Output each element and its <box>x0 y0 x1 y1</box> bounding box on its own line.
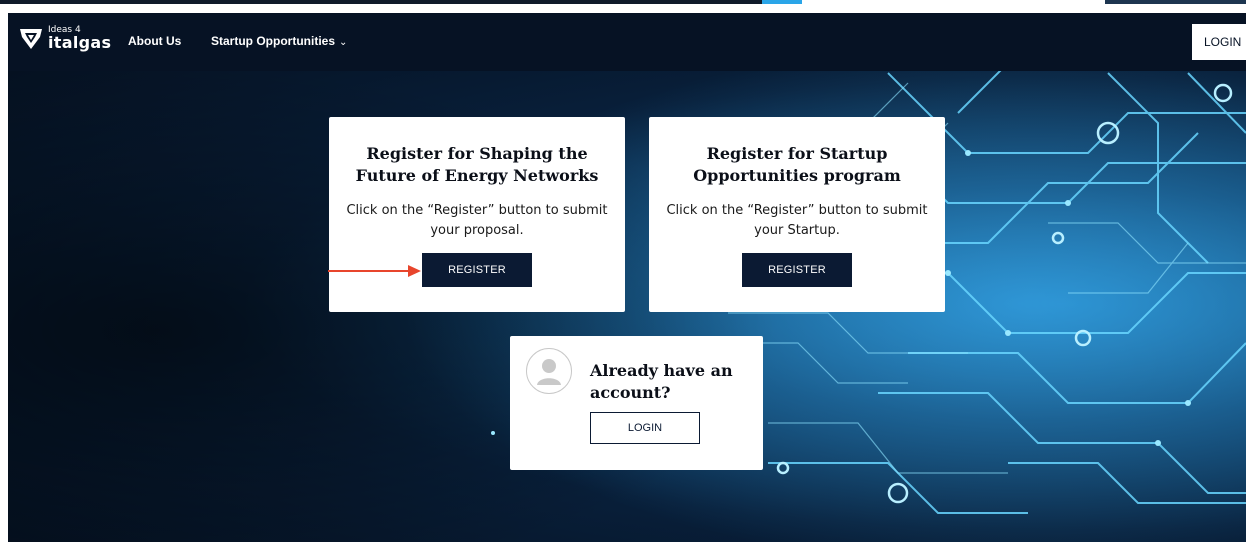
top-navbar: Ideas 4 italgas About Us Startup Opportu… <box>8 13 1246 71</box>
card-description: Click on the “Register” button to submit… <box>666 203 928 238</box>
nav-startup-label: Startup Opportunities <box>211 34 335 48</box>
annotation-arrow-icon <box>328 265 421 277</box>
card-title: Register for Startup Opportunities progr… <box>693 144 901 185</box>
chevron-down-icon: ⌄ <box>339 37 348 48</box>
card-title: Register for Shaping the Future of Energ… <box>355 144 599 185</box>
login-card: Already have an account? LOGIN <box>510 336 763 470</box>
nav-startup-opportunities[interactable]: Startup Opportunities ⌄ <box>211 34 347 48</box>
nav-about-us[interactable]: About Us <box>128 34 181 48</box>
logo-main-text: italgas <box>48 32 112 52</box>
italgas-logo[interactable]: Ideas 4 italgas <box>18 25 111 51</box>
top-strip-dark-band <box>0 0 800 4</box>
register-button[interactable]: REGISTER <box>742 253 852 287</box>
register-energy-networks-card: Register for Shaping the Future of Energ… <box>329 117 625 312</box>
account-title: Already have an account? <box>590 361 733 402</box>
avatar <box>526 348 572 394</box>
top-strip-right-segment <box>1105 0 1246 4</box>
register-startup-card: Register for Startup Opportunities progr… <box>649 117 945 312</box>
logo-wordmark: Ideas 4 italgas <box>48 25 112 52</box>
page-container: Ideas 4 italgas About Us Startup Opportu… <box>8 13 1246 542</box>
top-strip <box>0 0 1246 13</box>
login-button[interactable]: LOGIN <box>590 412 700 444</box>
card-description: Click on the “Register” button to submit… <box>346 203 608 238</box>
top-strip-blue-segment <box>762 0 802 4</box>
header-login-button[interactable]: LOGIN <box>1192 24 1246 60</box>
logo-diamond-icon <box>20 29 42 49</box>
register-button[interactable]: REGISTER <box>422 253 532 287</box>
user-silhouette-icon <box>537 359 561 385</box>
